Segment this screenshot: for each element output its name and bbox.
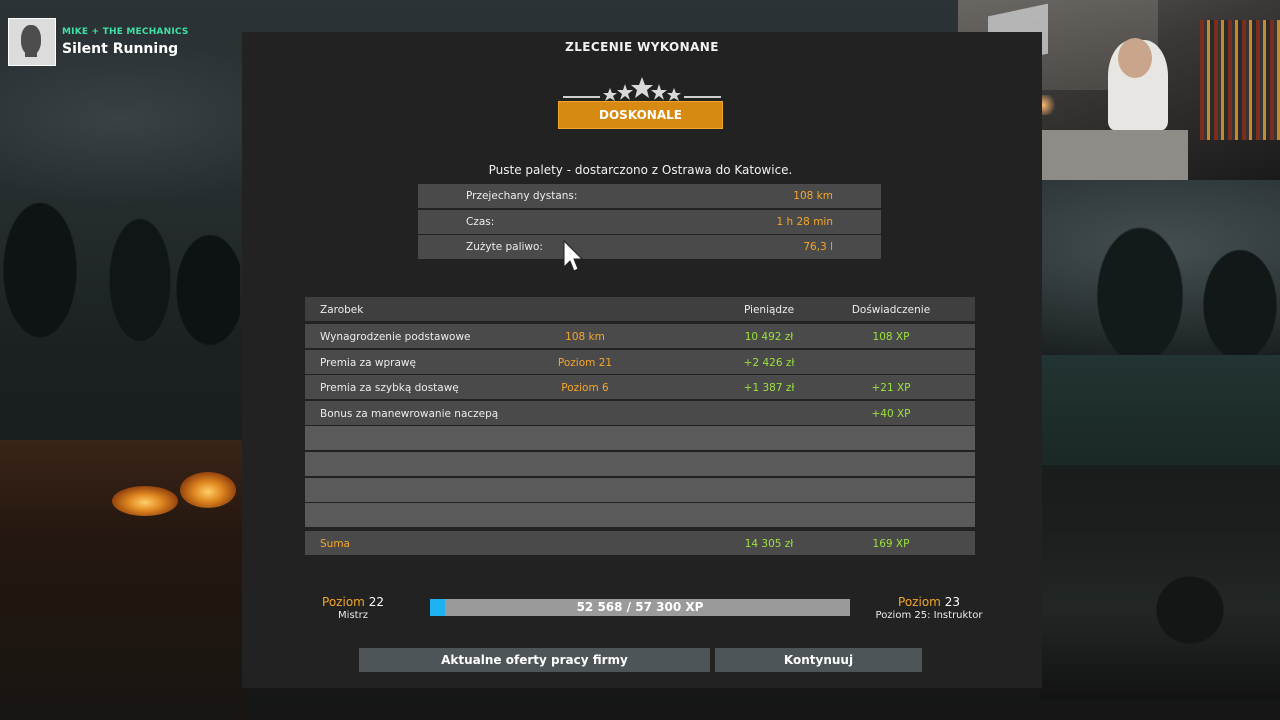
row-label: Premia za wprawę (320, 356, 416, 369)
background-water (1040, 355, 1280, 465)
background-truck (1040, 470, 1280, 700)
empty-row (305, 426, 975, 451)
xp-progress-bar: 52 568 / 57 300 XP (430, 599, 850, 616)
row-money: +2 426 zł (743, 356, 795, 369)
delivery-summary-panel: ZLECENIE WYKONANE DOSKONALE Puste palety… (242, 32, 1042, 688)
table-row: Wynagrodzenie podstawowe 108 km 10 492 z… (305, 324, 975, 348)
rating-banner: DOSKONALE (558, 101, 723, 129)
row-label: Bonus za manewrowanie naczepą (320, 407, 499, 420)
now-playing: MIKE + THE MECHANICS Silent Running (8, 18, 189, 66)
xp-progress-text: 52 568 / 57 300 XP (576, 600, 704, 614)
empty-row (305, 477, 975, 502)
current-level-number: 22 (368, 595, 384, 609)
current-level-title: Mistrz (338, 610, 368, 621)
stat-value: 1 h 28 min (776, 215, 833, 228)
earnings-header-row: Zarobek Pieniądze Doświadczenie (305, 297, 975, 321)
empty-row (305, 451, 975, 476)
empty-row (305, 503, 975, 528)
sum-label: Suma (320, 538, 350, 551)
next-rank-note: Poziom 25: Instruktor (875, 610, 983, 621)
current-level-word: Poziom (322, 595, 365, 609)
pumpkin-decoration (112, 486, 178, 516)
stat-value: 76,3 l (803, 241, 833, 253)
now-playing-title: Silent Running (62, 41, 179, 57)
next-level-number: 23 (944, 595, 960, 609)
row-money: +1 387 zł (743, 382, 795, 395)
sum-xp: 169 XP (872, 538, 910, 551)
table-row: Bonus za manewrowanie naczepą +40 XP (305, 400, 975, 425)
header-money: Pieniądze (743, 304, 795, 316)
background-trees-left (0, 150, 240, 380)
row-xp: 108 XP (872, 331, 910, 343)
row-qty: Poziom 6 (561, 382, 609, 395)
header-earnings: Zarobek (320, 304, 364, 316)
stat-row-distance: Przejechany dystans: 108 km (418, 184, 881, 208)
rating-stars-icon (563, 77, 721, 101)
header-xp: Doświadczenie (851, 304, 931, 316)
table-row: Premia za szybką dostawę Poziom 6 +1 387… (305, 375, 975, 400)
panel-title: ZLECENIE WYKONANE (565, 40, 719, 54)
row-label: Wynagrodzenie podstawowe (320, 331, 471, 343)
album-art (8, 18, 56, 66)
current-level: Poziom 22 Mistrz (321, 595, 385, 621)
earnings-sum-row: Suma 14 305 zł 169 XP (305, 531, 975, 556)
row-qty: 108 km (565, 331, 605, 343)
next-level-word: Poziom (898, 595, 941, 609)
row-xp: +21 XP (871, 382, 911, 395)
row-xp: +40 XP (871, 407, 911, 420)
stat-value: 108 km (793, 190, 833, 202)
trip-stats: Przejechany dystans: 108 km Czas: 1 h 28… (418, 184, 881, 261)
stat-row-fuel: Zużyte paliwo: 76,3 l (418, 235, 881, 259)
continue-button[interactable]: Kontynuuj (715, 648, 922, 672)
cargo-description: Puste palety - dostarczono z Ostrawa do … (488, 163, 793, 177)
stat-label: Przejechany dystans: (466, 190, 578, 202)
stat-row-time: Czas: 1 h 28 min (418, 209, 881, 234)
earnings-table: Zarobek Pieniądze Doświadczenie Wynagrod… (305, 297, 975, 557)
mouse-cursor-icon (563, 240, 583, 272)
stat-label: Czas: (466, 215, 495, 228)
row-money: 10 492 zł (744, 331, 794, 343)
table-row: Premia za wprawę Poziom 21 +2 426 zł (305, 349, 975, 374)
stat-label: Zużyte paliwo: (466, 241, 543, 253)
row-qty: Poziom 21 (557, 356, 613, 369)
company-job-offers-button[interactable]: Aktualne oferty pracy firmy (359, 648, 710, 672)
pumpkin-decoration (180, 472, 236, 508)
sum-money: 14 305 zł (744, 538, 794, 551)
now-playing-artist: MIKE + THE MECHANICS (62, 27, 189, 37)
next-level: Poziom 23 Poziom 25: Instruktor (872, 595, 986, 621)
row-label: Premia za szybką dostawę (320, 382, 459, 395)
